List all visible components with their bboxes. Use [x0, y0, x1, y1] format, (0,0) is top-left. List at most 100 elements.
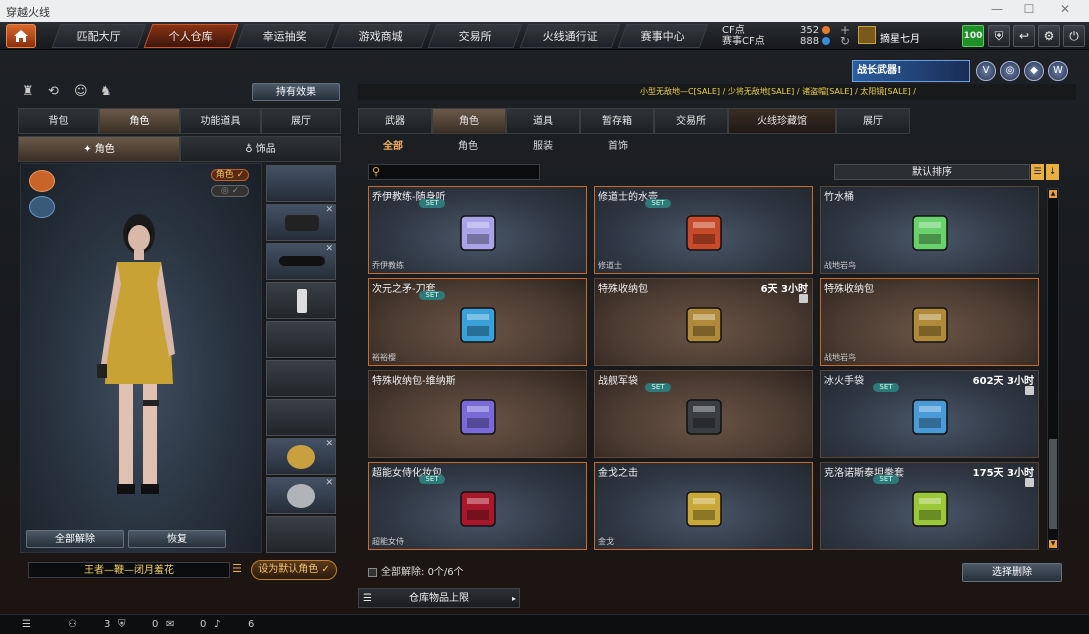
- role-check[interactable]: 角色 ✓: [211, 169, 249, 181]
- chat-icon[interactable]: ✉: [166, 619, 174, 630]
- item-card[interactable]: 特殊收纳包 战地岩鸟: [820, 278, 1039, 366]
- unequip-all-button[interactable]: 全部解除: [26, 530, 124, 548]
- bag-icon[interactable]: ♞: [100, 84, 116, 100]
- set-default-button[interactable]: 设为默认角色 ✓: [251, 560, 337, 580]
- friends-icon[interactable]: ⚇: [68, 619, 77, 630]
- hide-toggle[interactable]: ◎ ✓: [211, 185, 249, 197]
- home-icon[interactable]: [6, 24, 36, 48]
- sub-tab-all[interactable]: 全部: [368, 138, 418, 156]
- list-icon[interactable]: ☰: [232, 562, 244, 576]
- slot-glasses[interactable]: ✕: [266, 243, 336, 280]
- item-duration: 602天 3小时: [972, 376, 1034, 387]
- restore-button[interactable]: 恢复: [128, 530, 226, 548]
- badge-diamond-icon[interactable]: ◆: [1024, 61, 1044, 81]
- wings-icon[interactable]: [29, 196, 55, 218]
- tab-character[interactable]: 角色: [99, 108, 180, 134]
- slot-belt[interactable]: [266, 399, 336, 436]
- cat-tab-collection[interactable]: 火线珍藏馆: [728, 108, 836, 134]
- item-card[interactable]: 特殊收纳包 6天 3小时: [594, 278, 813, 366]
- sub-tab-role[interactable]: 角色: [443, 138, 493, 156]
- slot-helmet[interactable]: [266, 165, 336, 202]
- item-card[interactable]: 超能女侍化妆包 SET 超能女侍: [368, 462, 587, 550]
- list-view-icon[interactable]: ☰: [1031, 164, 1044, 180]
- ranking-icon[interactable]: ♜: [22, 84, 38, 100]
- sub-tab-clothing[interactable]: 服装: [518, 138, 568, 156]
- unequip-checkbox[interactable]: [368, 567, 377, 577]
- tab-showroom[interactable]: 展厅: [261, 108, 341, 134]
- slot-radio[interactable]: [266, 282, 336, 319]
- item-card[interactable]: 战舰军袋 SET: [594, 370, 813, 458]
- item-card[interactable]: 次元之矛-刀套 SET 裕裕樱: [368, 278, 587, 366]
- badge-w-icon[interactable]: W: [1048, 61, 1068, 81]
- grid-scrollbar[interactable]: ▲ ▼: [1047, 188, 1059, 550]
- minimize-icon[interactable]: —: [982, 2, 1012, 20]
- subtab-role[interactable]: ✦ 角色: [18, 136, 180, 162]
- cat-tab-showroom[interactable]: 展厅: [836, 108, 910, 134]
- remove-icon[interactable]: ✕: [325, 439, 333, 449]
- power-icon[interactable]: ⏻: [1063, 25, 1085, 47]
- cat-tab-items[interactable]: 道具: [506, 108, 580, 134]
- item-card[interactable]: 乔伊教练-随身听 SET 乔伊教练: [368, 186, 587, 274]
- badge-v-icon[interactable]: V: [976, 61, 996, 81]
- team-icon[interactable]: ☺: [74, 84, 90, 100]
- item-image: [679, 304, 729, 349]
- refresh-icon[interactable]: ⟲: [48, 84, 64, 100]
- tab-function-items[interactable]: 功能道具: [180, 108, 261, 134]
- nav-tab-warehouse[interactable]: 个人仓库: [143, 24, 239, 48]
- sort-select[interactable]: 默认排序: [834, 164, 1030, 180]
- nav-tab-lottery[interactable]: 幸运抽奖: [235, 24, 335, 48]
- shield-icon[interactable]: ⛨: [118, 619, 126, 630]
- chevron-right-icon: ▸: [511, 594, 516, 603]
- event-cf-coin-icon: [822, 37, 831, 45]
- level-badge[interactable]: 100: [962, 25, 984, 47]
- user-info[interactable]: 摘星七月: [858, 26, 958, 46]
- slot-ring[interactable]: [266, 516, 336, 553]
- slot-pendant-1[interactable]: ✕: [266, 438, 336, 475]
- cat-tab-weapons[interactable]: 武器: [358, 108, 432, 134]
- character-mode-icon[interactable]: [29, 170, 55, 192]
- item-card[interactable]: 冰火手袋 602天 3小时 SET: [820, 370, 1039, 458]
- remove-icon[interactable]: ✕: [325, 205, 333, 215]
- badge-target-icon[interactable]: ◎: [1000, 61, 1020, 81]
- tab-backpack[interactable]: 背包: [18, 108, 99, 134]
- subtab-accessories[interactable]: ♁ 饰品: [180, 136, 341, 162]
- item-card[interactable]: 竹水桶 战地岩鸟: [820, 186, 1039, 274]
- maximize-icon[interactable]: ☐: [1014, 2, 1044, 20]
- cat-tab-character[interactable]: 角色: [432, 108, 506, 134]
- select-delete-button[interactable]: 选择删除: [962, 563, 1062, 582]
- scroll-down-icon[interactable]: ▼: [1049, 540, 1057, 548]
- sub-tab-jewelry[interactable]: 首饰: [593, 138, 643, 156]
- search-input[interactable]: ⚲: [368, 164, 540, 180]
- close-icon[interactable]: ✕: [1050, 2, 1080, 20]
- cat-tab-exchange[interactable]: 交易所: [654, 108, 728, 134]
- slot-armor[interactable]: [266, 360, 336, 397]
- menu-icon[interactable]: ☰: [22, 619, 31, 630]
- add-cf-icon[interactable]: + ↻: [840, 24, 850, 47]
- sort-order-icon[interactable]: ↓: [1046, 164, 1059, 180]
- slot-vest[interactable]: [266, 321, 336, 358]
- warehouse-capacity[interactable]: ☰ 仓库物品上限 ▸: [358, 588, 520, 608]
- item-owner-tag: 修道士: [598, 261, 622, 270]
- remove-icon[interactable]: ✕: [325, 478, 333, 488]
- item-card[interactable]: 克洛诺斯泰坦拳套 175天 3小时 SET: [820, 462, 1039, 550]
- scroll-up-icon[interactable]: ▲: [1049, 190, 1057, 198]
- scroll-thumb[interactable]: [1049, 439, 1057, 529]
- item-card[interactable]: 特殊收纳包-维纳斯: [368, 370, 587, 458]
- return-icon[interactable]: ↩: [1013, 25, 1035, 47]
- gear-icon[interactable]: ⚙: [1038, 25, 1060, 47]
- rank-shield-icon[interactable]: ⛨: [988, 25, 1010, 47]
- speaker-icon[interactable]: ♪: [214, 619, 220, 630]
- cat-tab-storage[interactable]: 暂存箱: [580, 108, 654, 134]
- nav-tab-event-center[interactable]: 赛事中心: [617, 24, 709, 48]
- effects-button[interactable]: 持有效果: [252, 83, 340, 101]
- item-card[interactable]: 金戈之击 金戈: [594, 462, 813, 550]
- promo-banner[interactable]: 战长武器!: [852, 60, 970, 82]
- nav-tab-exchange[interactable]: 交易所: [427, 24, 523, 48]
- nav-tab-battle-pass[interactable]: 火线通行证: [519, 24, 621, 48]
- item-card[interactable]: 修道士的水壶 SET 修道士: [594, 186, 813, 274]
- nav-tab-match-hall[interactable]: 匹配大厅: [51, 24, 147, 48]
- nav-tab-mall[interactable]: 游戏商城: [331, 24, 431, 48]
- slot-pendant-2[interactable]: ✕: [266, 477, 336, 514]
- remove-icon[interactable]: ✕: [325, 244, 333, 254]
- slot-mask[interactable]: ✕: [266, 204, 336, 241]
